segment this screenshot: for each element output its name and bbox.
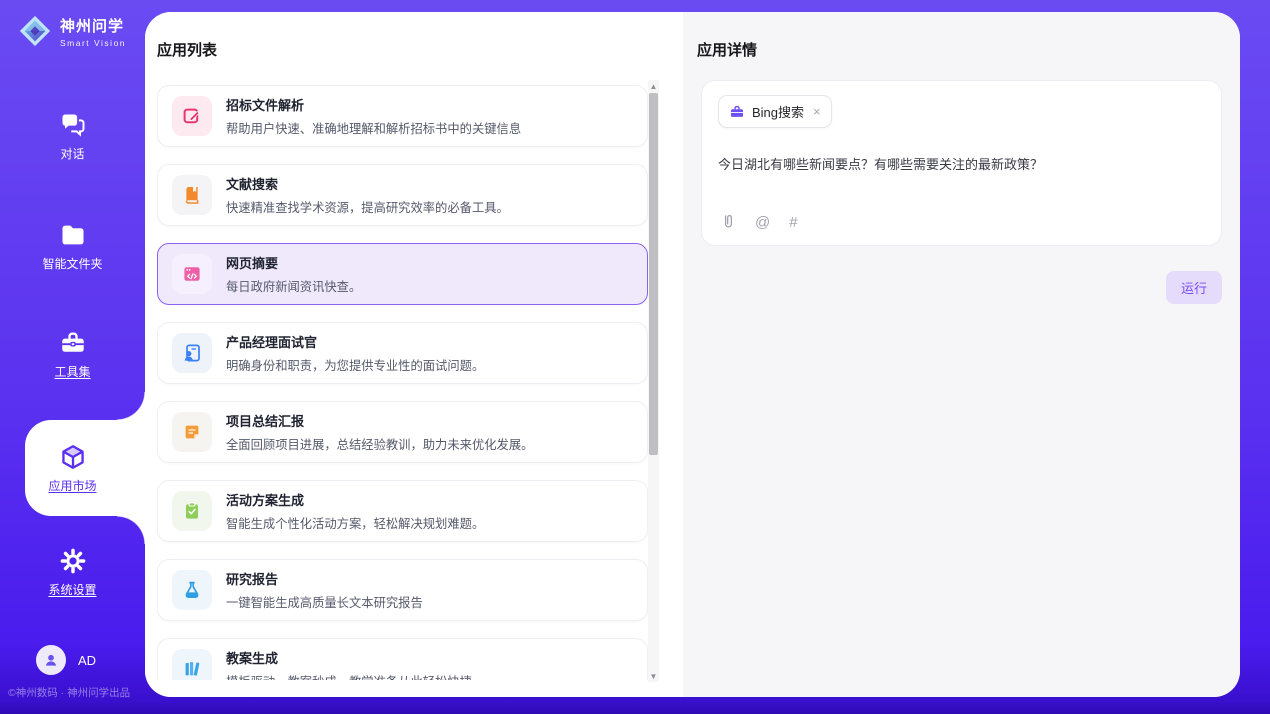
tool-chip-label: Bing搜索 (752, 102, 804, 121)
user-account[interactable]: AD (36, 645, 96, 675)
app-description: 帮助用户快速、准确地理解和解析招标书中的关键信息 (226, 119, 521, 137)
copyright-text: ©神州数码 · 神州问学出品 (8, 685, 130, 700)
run-button[interactable]: 运行 (1166, 271, 1222, 304)
paperclip-icon[interactable] (720, 213, 736, 231)
sidebar-item-label: 系统设置 (48, 581, 96, 598)
app-detail-title: 应用详情 (697, 39, 757, 60)
app-title: 招标文件解析 (226, 95, 521, 114)
browser-code-icon (172, 254, 212, 294)
scroll-up-icon[interactable]: ▲ (648, 80, 659, 92)
interviewer-icon (172, 333, 212, 373)
toolbox-icon (59, 329, 87, 357)
hash-icon[interactable]: # (789, 214, 797, 231)
app-description: 每日政府新闻资讯快查。 (226, 277, 361, 295)
gear-icon (59, 547, 87, 575)
app-title: 项目总结汇报 (226, 411, 533, 430)
books-icon (172, 649, 212, 680)
sidebar-item-label: 工具集 (54, 363, 90, 380)
app-list: 招标文件解析 帮助用户快速、准确地理解和解析招标书中的关键信息 文献搜索 快速精… (157, 80, 648, 680)
cube-icon (59, 443, 87, 471)
close-icon[interactable]: × (813, 105, 821, 118)
app-list-item[interactable]: 招标文件解析 帮助用户快速、准确地理解和解析招标书中的关键信息 (157, 85, 648, 147)
avatar (36, 645, 66, 675)
app-title: 教案生成 (226, 648, 472, 667)
prompt-input[interactable]: 今日湖北有哪些新闻要点？有哪些需要关注的最新政策？ (718, 154, 1205, 173)
chat-icon (59, 111, 87, 139)
briefcase-icon (729, 104, 745, 120)
app-description: 智能生成个性化活动方案，轻松解决规划难题。 (226, 514, 484, 532)
app-list-item[interactable]: 教案生成 模板驱动，教案秒成，教学准备从此轻松快捷 (157, 638, 648, 680)
tool-chip-bing-search[interactable]: Bing搜索 × (718, 95, 832, 128)
input-toolbar: @ # (720, 213, 798, 231)
sidebar-item-label: 智能文件夹 (42, 255, 102, 272)
research-report-icon (172, 570, 212, 610)
prompt-card: Bing搜索 × 今日湖北有哪些新闻要点？有哪些需要关注的最新政策？ @ # (701, 80, 1222, 246)
app-description: 全面回顾项目进展，总结经验教训，助力未来优化发展。 (226, 435, 533, 453)
scroll-down-icon[interactable]: ▼ (648, 670, 659, 682)
sidebar-item-toolset[interactable]: 工具集 (0, 318, 145, 390)
app-window: 神州问学 Smart Vision 对话 智能文件夹 (0, 0, 1270, 714)
app-detail-panel: 应用详情 Bing搜索 × 今日湖北有哪些新闻要点？有哪些需要关注的最新政策？ (683, 12, 1240, 697)
note-icon (172, 412, 212, 452)
sidebar-item-smart-folder[interactable]: 智能文件夹 (0, 210, 145, 282)
app-list-item[interactable]: 文献搜索 快速精准查找学术资源，提高研究效率的必备工具。 (157, 164, 648, 226)
list-scrollbar[interactable]: ▲ ▼ (648, 80, 659, 682)
clipboard-check-icon (172, 491, 212, 531)
sidebar: 神州问学 Smart Vision 对话 智能文件夹 (0, 0, 145, 714)
brand-logo: 神州问学 Smart Vision (18, 14, 126, 48)
app-description: 明确身份和职责，为您提供专业性的面试问题。 (226, 356, 484, 374)
app-title: 网页摘要 (226, 253, 361, 272)
app-list-item[interactable]: 项目总结汇报 全面回顾项目进展，总结经验教训，助力未来优化发展。 (157, 401, 648, 463)
main-content: 应用列表 招标文件解析 帮助用户快速、准确地理解和解析招标书中的关键信息 文献搜… (145, 12, 1240, 697)
app-list-title: 应用列表 (157, 39, 217, 60)
book-icon (172, 175, 212, 215)
sidebar-item-settings[interactable]: 系统设置 (0, 536, 145, 608)
scrollbar-thumb[interactable] (649, 93, 658, 455)
user-initials: AD (78, 653, 96, 668)
at-mention-icon[interactable]: @ (755, 214, 770, 231)
sidebar-item-chat[interactable]: 对话 (0, 100, 145, 172)
app-description: 快速精准查找学术资源，提高研究效率的必备工具。 (226, 198, 509, 216)
app-title: 研究报告 (226, 569, 423, 588)
brand-subtitle: Smart Vision (60, 38, 126, 48)
app-title: 活动方案生成 (226, 490, 484, 509)
app-list-item[interactable]: 研究报告 一键智能生成高质量长文本研究报告 (157, 559, 648, 621)
folder-icon (59, 221, 87, 249)
diamond-logo-icon (18, 14, 52, 48)
document-edit-icon (172, 96, 212, 136)
sidebar-item-app-market[interactable]: 应用市场 (0, 432, 145, 504)
app-title: 文献搜索 (226, 174, 509, 193)
app-list-panel: 应用列表 招标文件解析 帮助用户快速、准确地理解和解析招标书中的关键信息 文献搜… (145, 12, 683, 697)
app-description: 一键智能生成高质量长文本研究报告 (226, 593, 423, 611)
app-title: 产品经理面试官 (226, 332, 484, 351)
app-description: 模板驱动，教案秒成，教学准备从此轻松快捷 (226, 672, 472, 680)
app-list-item[interactable]: 网页摘要 每日政府新闻资讯快查。 (157, 243, 648, 305)
brand-name: 神州问学 (60, 15, 126, 36)
app-list-item[interactable]: 活动方案生成 智能生成个性化活动方案，轻松解决规划难题。 (157, 480, 648, 542)
sidebar-item-label: 对话 (60, 145, 84, 162)
sidebar-item-label: 应用市场 (48, 477, 96, 494)
app-list-item[interactable]: 产品经理面试官 明确身份和职责，为您提供专业性的面试问题。 (157, 322, 648, 384)
